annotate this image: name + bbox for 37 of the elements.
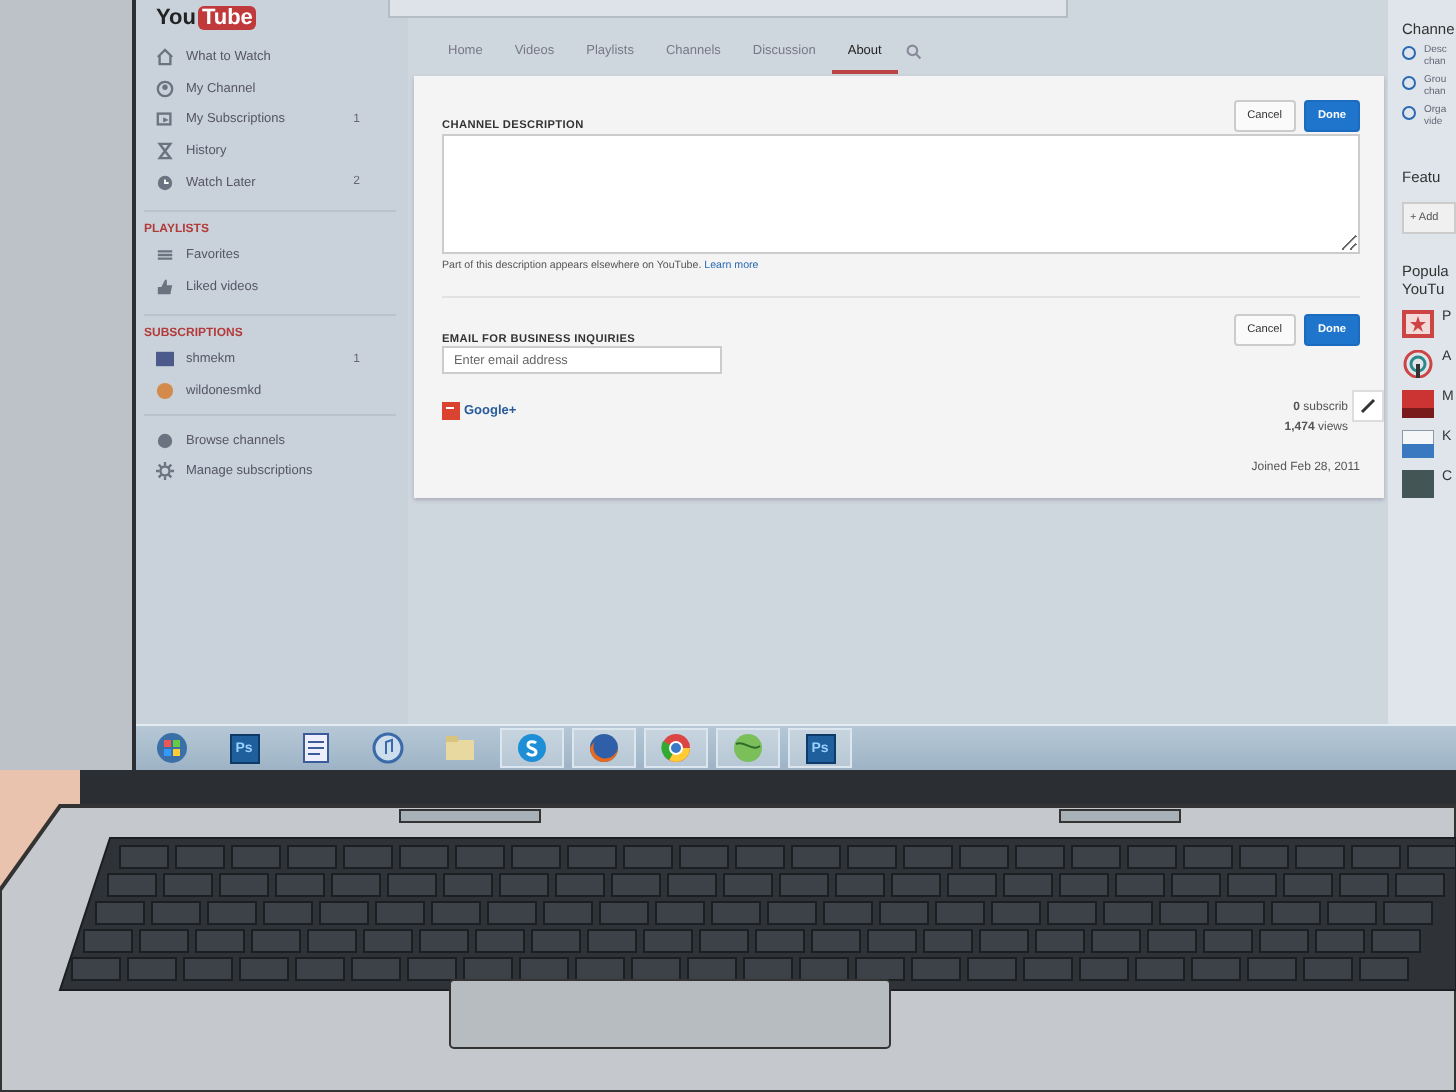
channel-thumbnail [156,350,174,369]
channel-logo-icon [1402,430,1434,458]
search-field[interactable] [388,0,1068,18]
search-icon[interactable] [905,44,922,60]
radio-icon [1402,46,1416,60]
taskbar-button[interactable] [572,728,636,768]
document-icon [300,732,332,764]
edit-icon[interactable] [1352,390,1384,422]
channel-logo-icon [1402,350,1434,378]
hourglass-icon [156,142,174,161]
taskbar-button[interactable] [644,728,708,768]
description-field[interactable] [442,134,1360,254]
channel-logo-icon [1402,310,1434,338]
list-icon [156,246,174,265]
channel-logo-icon [1402,390,1434,418]
clock-icon [156,173,174,192]
radio-icon [1402,106,1416,120]
circle-icon [156,431,174,450]
thumbs-up-icon [156,277,174,296]
avatar-icon [156,382,174,401]
globe-icon [732,732,764,764]
person-icon [156,79,174,98]
music-icon [372,732,404,764]
logo: You Tube [156,4,259,34]
channel-logo-icon [1402,470,1434,498]
folder-icon [444,732,476,764]
gear-icon [156,462,174,481]
start-button-icon [156,732,188,764]
subscriptions-icon [156,110,174,129]
taskbar-button[interactable] [500,728,564,768]
chat-icon [516,732,548,764]
browser-icon [588,732,620,764]
google-plus-icon [442,402,460,420]
home-icon [156,48,174,67]
browser-icon [660,732,692,764]
taskbar-button[interactable] [716,728,780,768]
radio-icon [1402,76,1416,90]
